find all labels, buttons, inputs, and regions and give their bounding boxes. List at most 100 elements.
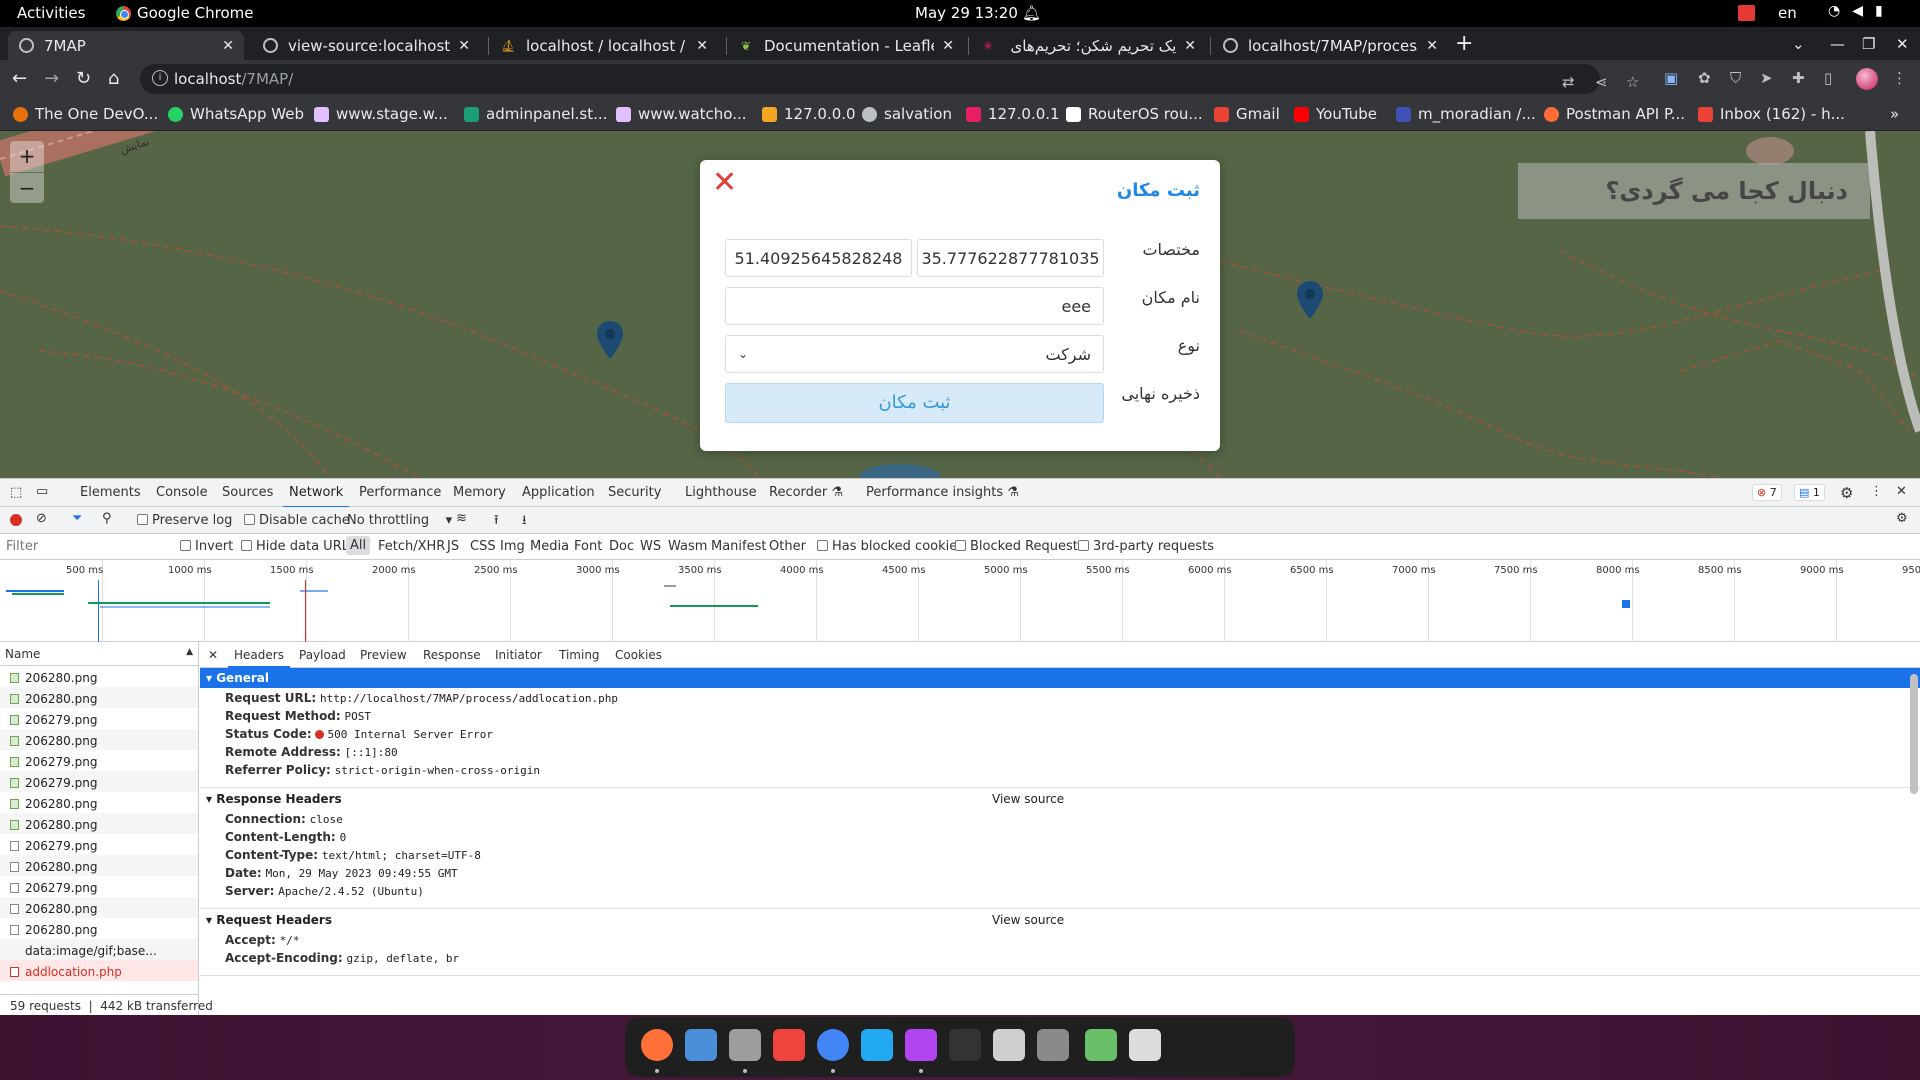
request-row[interactable]: 206279.png — [0, 834, 198, 855]
tab-performance-insights[interactable]: Performance insights ⚗ — [866, 485, 1019, 500]
request-row[interactable]: 206280.png — [0, 813, 198, 834]
close-tab-icon[interactable]: ✕ — [942, 38, 954, 54]
bookmark-item[interactable]: Inbox (162) - h... — [1698, 105, 1845, 123]
minimize-icon[interactable]: — — [1830, 35, 1845, 53]
request-row[interactable]: 206279.png — [0, 771, 198, 792]
disable-cache-checkbox[interactable]: Disable cache — [244, 513, 350, 528]
chrome-icon[interactable] — [817, 1029, 849, 1061]
tab-search-icon[interactable]: ⌄ — [1792, 35, 1805, 53]
preserve-log-checkbox[interactable]: Preserve log — [137, 513, 232, 528]
reader-icon[interactable] — [993, 1029, 1025, 1061]
close-tab-icon[interactable]: ✕ — [222, 38, 234, 54]
shield-icon[interactable]: ⛉ — [1730, 69, 1741, 87]
close-devtools-icon[interactable]: ✕ — [1896, 484, 1907, 499]
input-language[interactable]: en — [1778, 4, 1797, 22]
request-row[interactable]: 206279.png — [0, 750, 198, 771]
thunderbird-icon[interactable] — [685, 1029, 717, 1061]
record-icon[interactable] — [10, 514, 22, 526]
close-tab-icon[interactable]: ✕ — [696, 38, 708, 54]
bookmark-item[interactable]: 127.0.0.0 — [762, 105, 856, 123]
view-source-link[interactable]: View source — [992, 792, 1064, 806]
bookmark-item[interactable]: adminpanel.st... — [464, 105, 607, 123]
activities-button[interactable]: Activities — [17, 4, 85, 22]
blocked-cookies-checkbox[interactable]: Has blocked cookies — [817, 539, 964, 554]
tab-lighthouse[interactable]: Lighthouse — [685, 485, 757, 500]
hide-data-urls-checkbox[interactable]: Hide data URLs — [241, 539, 356, 554]
close-window-icon[interactable]: ✕ — [1896, 35, 1909, 53]
request-row[interactable]: addlocation.php — [0, 960, 198, 981]
close-icon[interactable]: ✕ — [712, 168, 737, 198]
back-icon[interactable]: ← — [12, 68, 27, 89]
network-settings-icon[interactable]: ⚙ — [1896, 511, 1908, 526]
tab-leaflet-docs[interactable]: ❦ Documentation - Leaflet - ✕ — [728, 31, 964, 60]
longitude-field[interactable]: 51.40925645828248 — [725, 239, 912, 277]
type-filter-js[interactable]: JS — [447, 539, 459, 554]
bookmark-item[interactable]: www.watcho... — [616, 105, 747, 123]
terminal-icon[interactable] — [949, 1029, 981, 1061]
errors-badge[interactable]: ⊗ 7 — [1752, 484, 1782, 501]
anydesk-icon[interactable] — [773, 1029, 805, 1061]
bookmark-item[interactable]: Postman API P... — [1544, 105, 1685, 123]
throttling-select[interactable]: No throttling ▾ — [347, 513, 452, 528]
maximize-icon[interactable]: ❐ — [1862, 35, 1875, 53]
settings-gear-icon[interactable]: ⚙ — [1840, 484, 1853, 502]
extension-icon[interactable]: ➤ — [1760, 69, 1773, 87]
share-icon[interactable]: ⋖ — [1595, 73, 1608, 91]
tab-anti-sanction[interactable]: ✳ یک تحریم شکن؛ تحریم‌های ا ✕ — [970, 31, 1206, 60]
type-filter-manifest[interactable]: Manifest — [711, 539, 766, 554]
translate-icon[interactable]: ⇄ — [1562, 73, 1575, 91]
tab-response[interactable]: Response — [423, 648, 481, 662]
filter-icon[interactable]: ⏷ — [72, 511, 82, 526]
tab-timing[interactable]: Timing — [559, 648, 600, 662]
export-har-icon[interactable]: ⭳ — [522, 511, 527, 533]
type-filter-css[interactable]: CSS — [470, 539, 496, 554]
close-tab-icon[interactable]: ✕ — [1426, 38, 1438, 54]
bookmark-item[interactable]: www.stage.w... — [314, 105, 448, 123]
tab-preview[interactable]: Preview — [360, 648, 407, 662]
blocked-requests-checkbox[interactable]: Blocked Requests — [955, 539, 1085, 554]
request-row[interactable]: 206280.png — [0, 687, 198, 708]
close-tab-icon[interactable]: ✕ — [458, 38, 470, 54]
tab-performance[interactable]: Performance — [359, 485, 441, 500]
bookmark-item[interactable]: m_moradian /... — [1396, 105, 1536, 123]
search-icon[interactable]: ⚲ — [102, 511, 112, 526]
puzzle-icon[interactable]: ✚ — [1792, 69, 1805, 87]
tab-view-source[interactable]: view-source:localhost/7M ✕ — [252, 31, 480, 60]
latitude-field[interactable]: 35.777622877781035 — [917, 239, 1104, 277]
request-row[interactable]: 206280.png — [0, 855, 198, 876]
bookmark-item[interactable]: salvation — [862, 105, 952, 123]
forward-icon[interactable]: → — [44, 68, 59, 89]
type-filter-doc[interactable]: Doc — [609, 539, 634, 554]
request-row[interactable]: 206280.png — [0, 666, 198, 687]
type-filter-all[interactable]: All — [346, 536, 371, 555]
view-source-link[interactable]: View source — [992, 913, 1064, 927]
tab-7map[interactable]: 7MAP ✕ — [8, 31, 244, 60]
type-filter-ws[interactable]: WS — [640, 539, 661, 554]
side-panel-icon[interactable]: ▯ — [1824, 69, 1832, 87]
type-filter-media[interactable]: Media — [530, 539, 569, 554]
details-scrollbar[interactable] — [1910, 674, 1918, 794]
tab-elements[interactable]: Elements — [80, 485, 141, 500]
request-headers-header[interactable]: ▾ Request Headers View source — [200, 910, 1920, 930]
request-row[interactable]: 206279.png — [0, 876, 198, 897]
tab-security[interactable]: Security — [608, 485, 661, 500]
bookmark-item[interactable]: Gmail — [1214, 105, 1280, 123]
import-har-icon[interactable]: ⭱ — [494, 511, 499, 533]
response-headers-header[interactable]: ▾ Response Headers View source — [200, 789, 1920, 809]
third-party-checkbox[interactable]: 3rd-party requests — [1078, 539, 1214, 554]
request-row[interactable]: 206280.png — [0, 897, 198, 918]
address-bar[interactable]: i localhost/7MAP/ ⇄ ⋖ ☆ — [140, 64, 1639, 94]
extension-icon[interactable]: ✿ — [1698, 69, 1711, 87]
type-filter-img[interactable]: Img — [500, 539, 525, 554]
save-location-button[interactable]: ثبت مکان — [725, 383, 1104, 423]
profile-avatar[interactable] — [1856, 68, 1878, 90]
type-filter-wasm[interactable]: Wasm — [668, 539, 707, 554]
reload-icon[interactable]: ↻ — [76, 68, 91, 89]
request-row[interactable]: data:image/gif;base... — [0, 939, 198, 960]
show-apps-icon[interactable] — [1129, 1029, 1161, 1061]
settings-icon[interactable] — [1037, 1029, 1069, 1061]
request-row[interactable]: 206280.png — [0, 729, 198, 750]
trash-icon[interactable] — [1085, 1029, 1117, 1061]
general-header[interactable]: ▾ General — [200, 668, 1920, 688]
site-info-icon[interactable]: i — [152, 70, 168, 86]
